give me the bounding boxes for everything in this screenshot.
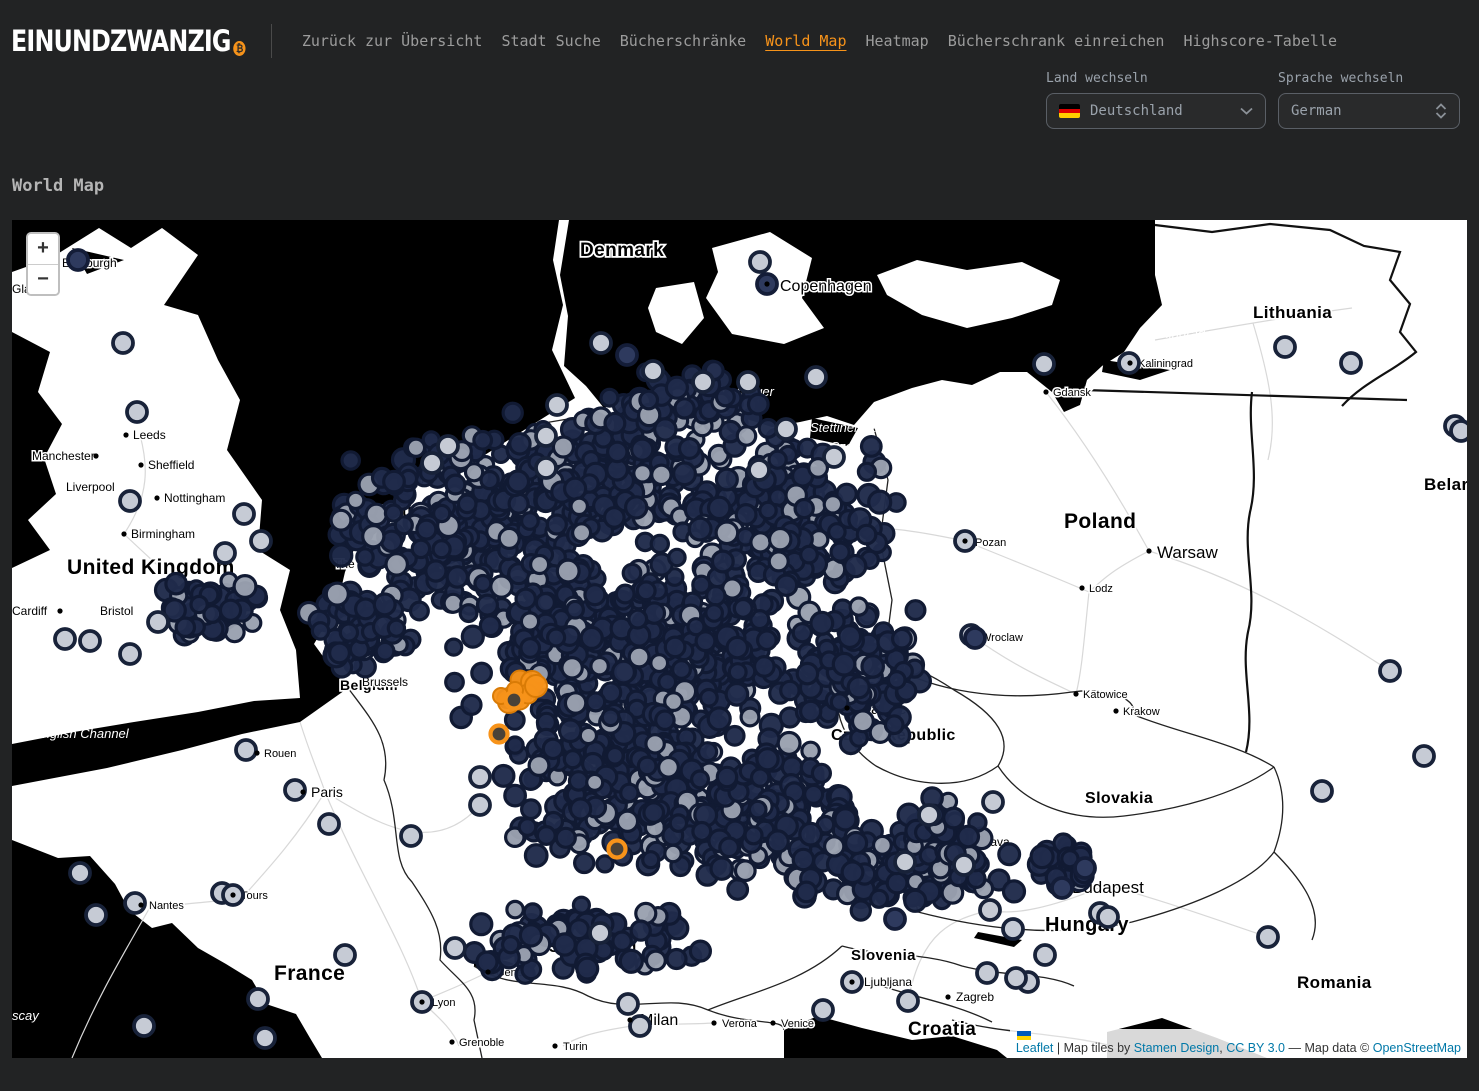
attribution-text: Leaflet | Map tiles by Stamen Design, CC…: [1016, 1041, 1461, 1055]
nav-item-stadt-suche[interactable]: Stadt Suche: [501, 32, 600, 50]
svg-text:Gdansk: Gdansk: [1053, 387, 1091, 399]
country-select-label: Land wechseln: [1046, 71, 1266, 86]
svg-text:Pozan: Pozan: [975, 537, 1006, 549]
svg-text:Kaliningrad: Kaliningrad: [1138, 358, 1193, 370]
svg-text:Katowice: Katowice: [1083, 689, 1128, 701]
logo-text: EINUNDZWANZIG: [11, 24, 231, 58]
attr-separator: |: [1053, 1041, 1063, 1055]
svg-text:Kaliningrad: Kaliningrad: [1140, 326, 1206, 341]
svg-text:Krakow: Krakow: [1123, 706, 1160, 718]
bitcoin-icon: ₿: [233, 41, 245, 56]
world-map[interactable]: United Kingdom France Poland Denmark Lithuan…: [12, 220, 1467, 1058]
attr-tiles-text: Map tiles by: [1064, 1041, 1134, 1055]
country-select-value: Deutschland: [1090, 103, 1183, 119]
nav-item-highscore-tabelle[interactable]: Highscore-Tabelle: [1183, 32, 1337, 50]
svg-text:Manchester: Manchester: [32, 449, 95, 463]
country-select[interactable]: Deutschland: [1046, 93, 1266, 129]
svg-text:Bristol: Bristol: [100, 604, 133, 618]
map-attribution: Leaflet | Map tiles by Stamen Design, CC…: [1010, 1029, 1467, 1058]
openstreetmap-link[interactable]: OpenStreetMap: [1373, 1041, 1461, 1055]
language-select-label: Sprache wechseln: [1278, 71, 1460, 86]
svg-text:scay: scay: [12, 1008, 40, 1023]
svg-text:Slovenia: Slovenia: [851, 947, 916, 964]
svg-text:Slovakia: Slovakia: [1085, 790, 1153, 807]
svg-text:Paris: Paris: [311, 784, 343, 800]
header-controls: Land wechseln Deutschland Sprache wechse…: [11, 71, 1460, 129]
language-select[interactable]: German: [1278, 93, 1460, 129]
zoom-in-button[interactable]: +: [28, 234, 58, 264]
svg-text:Stettiner Haff: Stettiner Haff: [810, 420, 887, 435]
svg-text:United Kingdom: United Kingdom: [67, 556, 235, 579]
svg-text:Lithuania: Lithuania: [1253, 303, 1332, 322]
nav-item-zurueck-zur-uebersicht[interactable]: Zurück zur Übersicht: [302, 32, 483, 50]
svg-text:Liverpool: Liverpool: [66, 480, 115, 494]
svg-text:Birmingham: Birmingham: [131, 527, 195, 541]
zoom-control: + −: [26, 232, 60, 296]
svg-text:Leeds: Leeds: [133, 428, 166, 442]
chevron-down-icon: [1240, 107, 1253, 115]
svg-text:Belarus: Belarus: [1424, 475, 1467, 494]
svg-text:Tours: Tours: [241, 890, 268, 902]
cc-by-link[interactable]: CC BY 3.0: [1226, 1041, 1285, 1055]
map-canvas[interactable]: United Kingdom France Poland Denmark Lithuan…: [12, 220, 1467, 1058]
german-flag-icon: [1059, 104, 1080, 118]
svg-text:Copenhagen: Copenhagen: [780, 278, 872, 295]
zoom-out-button[interactable]: −: [28, 264, 58, 294]
app-header: EINUNDZWANZIG₿ Zurück zur Übersicht Stadt…: [0, 0, 1479, 129]
nav-item-world-map[interactable]: World Map: [765, 32, 846, 50]
svg-text:Nottingham: Nottingham: [164, 491, 225, 505]
svg-text:Zagreb: Zagreb: [956, 990, 994, 1004]
svg-text:Denmark: Denmark: [580, 240, 664, 261]
page-title: World Map: [12, 176, 1479, 196]
nav-item-buecherschraenke[interactable]: Bücherschränke: [620, 32, 746, 50]
header-divider: [271, 24, 272, 58]
svg-text:Lyon: Lyon: [432, 997, 455, 1009]
svg-text:Warsaw: Warsaw: [1157, 543, 1218, 562]
svg-text:Grenoble: Grenoble: [459, 1037, 504, 1049]
main-nav: Zurück zur Übersicht Stadt Suche Büchersch…: [302, 32, 1356, 50]
leaflet-link[interactable]: Leaflet: [1016, 1041, 1054, 1055]
svg-text:Cardiff: Cardiff: [12, 604, 48, 618]
svg-text:Lodz: Lodz: [1089, 583, 1113, 595]
svg-text:Turin: Turin: [563, 1041, 588, 1053]
svg-text:Verona: Verona: [722, 1018, 758, 1030]
svg-text:Nantes: Nantes: [149, 900, 184, 912]
stamen-design-link[interactable]: Stamen Design: [1134, 1041, 1219, 1055]
svg-text:Croatia: Croatia: [908, 1019, 976, 1040]
nav-item-heatmap[interactable]: Heatmap: [866, 32, 929, 50]
chevron-up-down-icon: [1435, 103, 1447, 119]
svg-text:Venice: Venice: [781, 1018, 814, 1030]
svg-text:Sheffield: Sheffield: [148, 458, 194, 472]
svg-text:France: France: [274, 962, 345, 985]
main-content: World Map: [0, 176, 1479, 1058]
attr-data-text: — Map data ©: [1285, 1041, 1373, 1055]
svg-text:Rouen: Rouen: [264, 748, 296, 760]
svg-text:Poland: Poland: [1064, 510, 1136, 533]
svg-text:Wroclaw: Wroclaw: [981, 632, 1023, 644]
nav-item-buecherschrank-einreichen[interactable]: Bücherschrank einreichen: [948, 32, 1165, 50]
language-select-value: German: [1291, 103, 1342, 119]
svg-text:Ljubljana: Ljubljana: [864, 975, 912, 989]
app-logo[interactable]: EINUNDZWANZIG₿: [11, 24, 245, 58]
svg-text:English Channel: English Channel: [34, 726, 130, 741]
svg-text:Romania: Romania: [1297, 973, 1372, 992]
ukraine-flag-icon: [1017, 1031, 1031, 1040]
